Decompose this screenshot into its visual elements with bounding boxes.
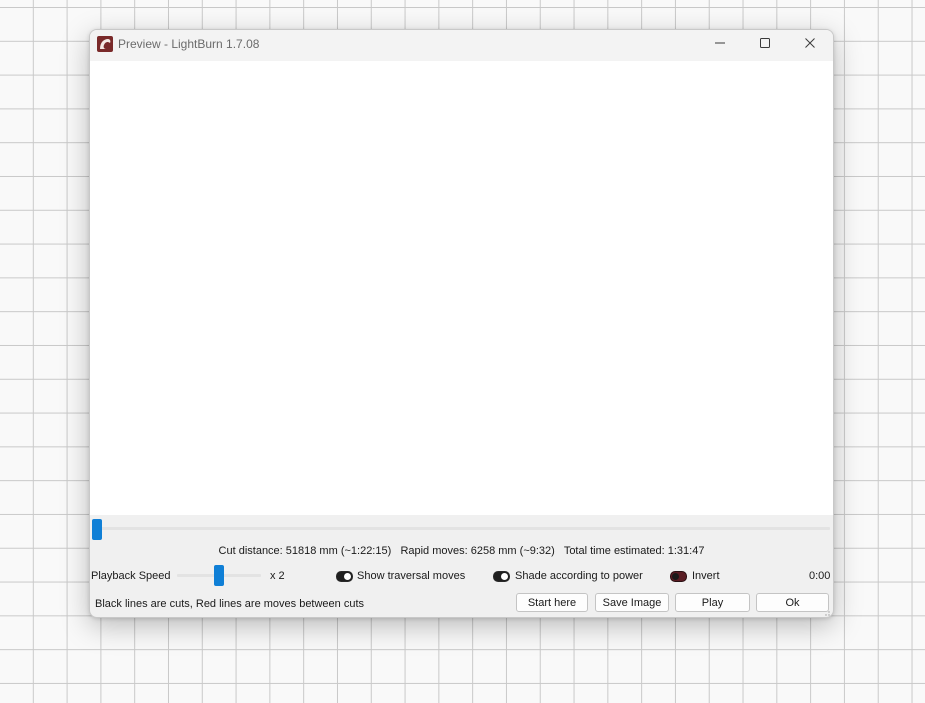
job-stats: Cut distance: 51818 mm (~1:22:15) Rapid … [90,545,833,557]
playback-speed-slider[interactable] [214,565,224,586]
playback-speed-value: x 2 [270,570,285,582]
playback-progress-handle[interactable] [92,519,102,540]
invert-label: Invert [692,570,720,582]
playback-progress-track[interactable] [100,527,830,530]
minimize-icon [714,36,726,54]
preview-canvas[interactable] [90,61,833,515]
close-button[interactable] [787,30,833,60]
ok-button[interactable]: Ok [756,593,829,612]
show-traversal-label: Show traversal moves [357,570,466,582]
total-time-text: Total time estimated: 1:31:47 [563,545,705,557]
lightburn-app-icon [97,36,113,52]
minimize-button[interactable] [697,30,743,60]
shade-power-label: Shade according to power [515,570,643,582]
show-traversal-toggle[interactable] [336,571,353,582]
maximize-icon [759,36,771,54]
cut-distance-text: Cut distance: 51818 mm (~1:22:15) [218,545,392,557]
invert-toggle[interactable] [670,571,687,582]
save-image-button[interactable]: Save Image [595,593,669,612]
shade-power-toggle[interactable] [493,571,510,582]
close-icon [804,36,816,54]
rapid-moves-text: Rapid moves: 6258 mm (~9:32) [400,545,555,557]
start-here-button[interactable]: Start here [516,593,588,612]
maximize-button[interactable] [742,30,788,60]
preview-window: Preview - LightBurn 1.7.08 Cut distance:… [89,29,834,618]
window-title: Preview - LightBurn 1.7.08 [118,37,260,51]
resize-grip-icon[interactable] [822,606,830,616]
elapsed-time: 0:00 [809,570,831,582]
playback-speed-label: Playback Speed [91,570,171,582]
title-bar[interactable]: Preview - LightBurn 1.7.08 [90,30,833,61]
play-button[interactable]: Play [675,593,750,612]
legend-text: Black lines are cuts, Red lines are move… [95,598,365,610]
